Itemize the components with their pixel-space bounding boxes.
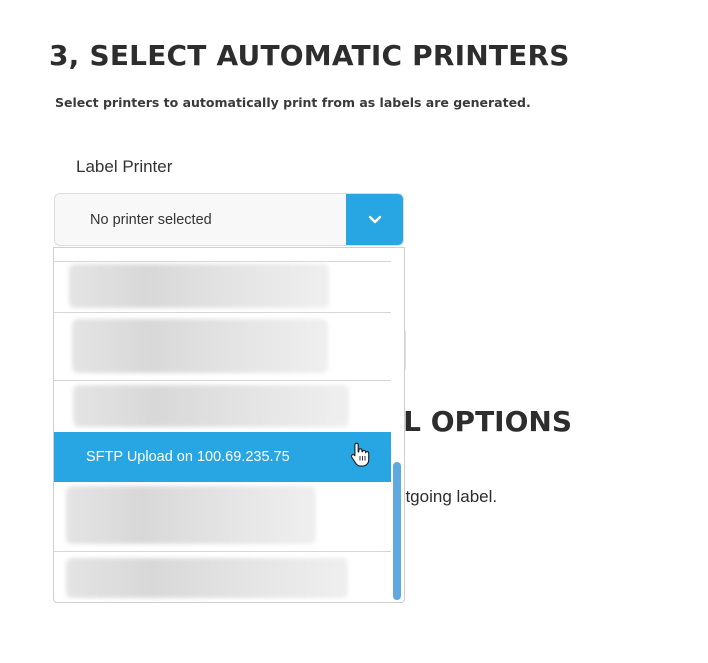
redacted-option-text (66, 558, 348, 598)
printer-option-redacted-5[interactable] (54, 552, 391, 602)
section-subtitle: Select printers to automatically print f… (55, 95, 531, 110)
label-printer-options-list[interactable]: SFTP Upload on 100.69.235.75 (53, 247, 405, 603)
redacted-option-text (72, 319, 328, 373)
dropdown-scrollbar-thumb[interactable] (393, 462, 401, 600)
redacted-option-text (73, 385, 349, 427)
hidden-section-subtitle: utgoing label. (396, 487, 498, 506)
printer-option-sftp-upload[interactable]: SFTP Upload on 100.69.235.75 (54, 432, 391, 482)
hand-pointer-cursor-icon (350, 442, 370, 467)
printer-option-label: SFTP Upload on 100.69.235.75 (86, 449, 290, 465)
printer-option-redacted-2[interactable] (54, 312, 391, 381)
label-printer-label: Label Printer (76, 157, 173, 176)
label-printer-dropdown-toggle[interactable] (346, 194, 403, 245)
label-printer-select[interactable]: No printer selected (54, 193, 404, 246)
redacted-option-text (66, 486, 316, 544)
printer-option-redacted-1[interactable] (54, 261, 391, 313)
redacted-option-text (69, 264, 329, 308)
printer-option-redacted-3[interactable] (54, 380, 391, 432)
section-title: 3, SELECT AUTOMATIC PRINTERS (49, 39, 570, 72)
chevron-down-icon (368, 215, 382, 223)
printer-option-redacted-4[interactable] (54, 482, 391, 552)
label-printer-selected-value: No printer selected (90, 212, 212, 228)
